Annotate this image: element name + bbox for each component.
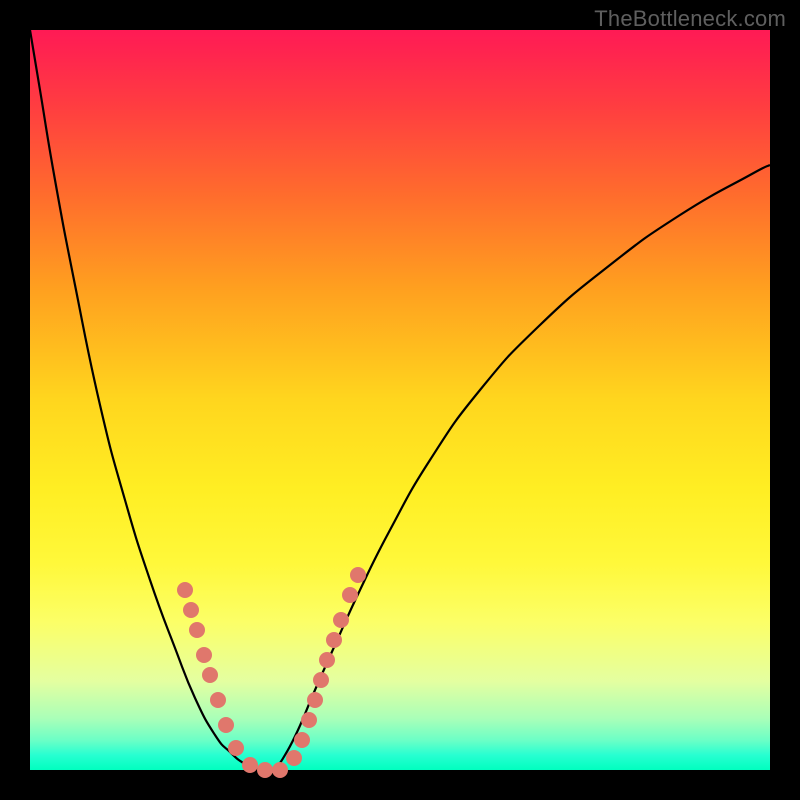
right-curve [275,165,770,770]
marker-dots [177,567,366,778]
marker-dot [301,712,317,728]
chart-svg [30,30,770,770]
marker-dot [272,762,288,778]
left-curve [30,30,275,771]
marker-dot [342,587,358,603]
marker-dot [257,762,273,778]
chart-frame: TheBottleneck.com [0,0,800,800]
marker-dot [196,647,212,663]
marker-dot [210,692,226,708]
marker-dot [218,717,234,733]
marker-dot [307,692,323,708]
marker-dot [189,622,205,638]
marker-dot [319,652,335,668]
marker-dot [177,582,193,598]
marker-dot [326,632,342,648]
marker-dot [183,602,199,618]
marker-dot [242,757,258,773]
marker-dot [294,732,310,748]
marker-dot [202,667,218,683]
marker-dot [313,672,329,688]
watermark-text: TheBottleneck.com [594,6,786,32]
marker-dot [286,750,302,766]
marker-dot [333,612,349,628]
marker-dot [228,740,244,756]
plot-area [30,30,770,770]
marker-dot [350,567,366,583]
